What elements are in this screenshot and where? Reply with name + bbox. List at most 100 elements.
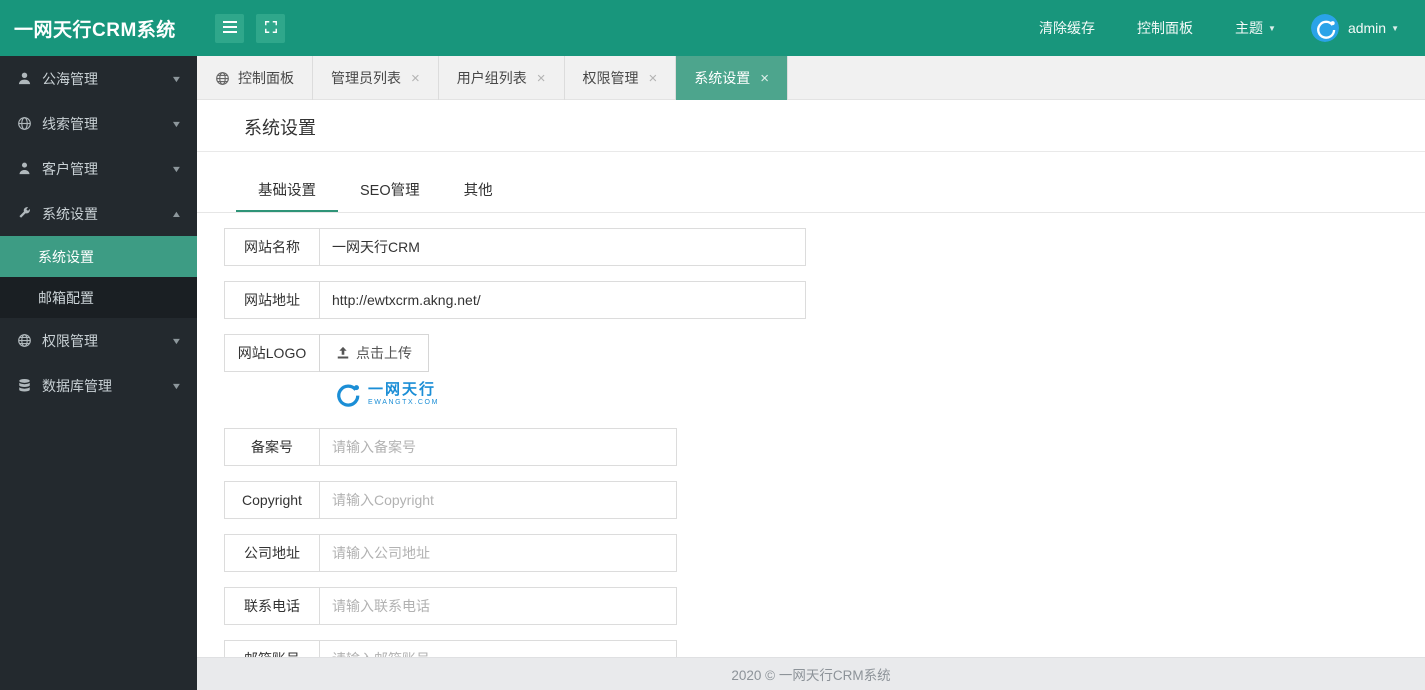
upload-icon xyxy=(336,346,350,360)
form-row-company-address: 公司地址 xyxy=(224,534,1425,572)
sidebar-item-customer-management[interactable]: 客户管理 ▼ xyxy=(0,146,197,191)
chevron-down-icon: ▼ xyxy=(170,380,183,391)
sidebar-item-label: 系统设置 xyxy=(42,205,98,222)
site-logo-name: 一网天行 xyxy=(368,381,437,399)
sidebar-item-label: 数据库管理 xyxy=(42,377,112,394)
tab-label: 用户组列表 xyxy=(456,70,527,86)
chevron-down-icon: ▼ xyxy=(170,335,183,346)
theme-label: 主题 xyxy=(1235,20,1264,36)
upload-button-label: 点击上传 xyxy=(356,345,412,361)
sidebar-menu: 公海管理 ▼ 线索管理 ▼ 客户管理 ▼ 系统设置 ▲ 系统设置邮箱配置权限管理 ▼ 数据库管理 ▼ xyxy=(0,56,197,408)
close-icon[interactable]: × xyxy=(760,71,769,86)
contact-phone-input[interactable] xyxy=(319,587,677,625)
sidebar-item-permission-management[interactable]: 权限管理 ▼ xyxy=(0,318,197,363)
close-icon[interactable]: × xyxy=(537,71,546,86)
tab-dashboard[interactable]: 控制面板 xyxy=(197,56,313,100)
form-row-site-logo: 网站LOGO 点击上传一网天行 EWANGTX.COM xyxy=(224,334,1425,409)
icp-number-input[interactable] xyxy=(319,428,677,466)
chevron-up-icon: ▲ xyxy=(170,208,183,219)
compass-icon xyxy=(16,116,32,131)
field-label-contact-phone: 联系电话 xyxy=(224,587,320,625)
sidebar-item-label: 公海管理 xyxy=(42,70,98,87)
chevron-down-icon: ▼ xyxy=(170,118,183,129)
field-label-icp-number: 备案号 xyxy=(224,428,320,466)
sidebar-subitem-label: 邮箱配置 xyxy=(38,289,94,306)
user-menu[interactable]: admin ▼ xyxy=(1339,0,1425,56)
chevron-down-icon: ▼ xyxy=(170,73,183,84)
sidebar-item-label: 线索管理 xyxy=(42,115,98,132)
close-icon[interactable]: × xyxy=(411,71,420,86)
tab-label: 管理员列表 xyxy=(331,70,401,86)
site-url-input[interactable] xyxy=(319,281,806,319)
sidebar: 公海管理 ▼ 线索管理 ▼ 客户管理 ▼ 系统设置 ▲ 系统设置邮箱配置权限管理 ▼ 数据库管理 ▼ xyxy=(0,56,197,690)
tab-label: 权限管理 xyxy=(582,70,639,86)
footer: 2020 © 一网天行CRM系统 xyxy=(197,657,1425,690)
company-address-input[interactable] xyxy=(319,534,677,572)
site-logo-domain: EWANGTX.COM xyxy=(368,398,440,406)
sidebar-item-system-settings[interactable]: 系统设置 ▲ xyxy=(0,191,197,236)
tab-basic-settings[interactable]: 基础设置 xyxy=(236,172,338,212)
site-name-input[interactable] xyxy=(319,228,806,266)
person-icon xyxy=(16,161,32,176)
tab-seo-management[interactable]: SEO管理 xyxy=(338,172,442,212)
sidebar-item-label: 客户管理 xyxy=(42,160,98,177)
globe-icon xyxy=(215,71,230,86)
fullscreen-button[interactable] xyxy=(256,13,285,43)
main-content: 系统设置 基础设置 SEO管理 其他 网站名称网站地址网站LOGO 点击上传一网天行E… xyxy=(197,100,1425,690)
tab-label: 基础设置 xyxy=(258,183,316,199)
settings-tabs: 基础设置 SEO管理 其他 xyxy=(197,172,1425,213)
tab-label: 控制面板 xyxy=(238,70,294,86)
form-row-copyright: Copyright xyxy=(224,481,1425,519)
app-title: 一网天行CRM系统 xyxy=(14,19,176,41)
sidebar-item-label: 权限管理 xyxy=(42,332,98,349)
settings-icon xyxy=(16,206,32,221)
clear-cache-label: 清除缓存 xyxy=(1039,20,1096,36)
header: 一网天行CRM系统 清除缓存 控制面板 主题 ▼ admin ▼ xyxy=(0,0,1425,56)
chevron-down-icon: ▼ xyxy=(170,163,183,174)
tab-system-settings[interactable]: 系统设置 × xyxy=(676,56,789,100)
copyright-input[interactable] xyxy=(319,481,677,519)
tab-label: 其他 xyxy=(463,183,493,199)
chevron-down-icon: ▼ xyxy=(1268,23,1276,33)
tab-label: SEO管理 xyxy=(360,183,420,199)
tab-other[interactable]: 其他 xyxy=(442,172,515,212)
tab-user-group-list[interactable]: 用户组列表 × xyxy=(439,56,565,100)
form-row-site-url: 网站地址 xyxy=(224,281,1425,319)
site-logo-mark-icon xyxy=(337,384,360,407)
footer-text: 2020 © 一网天行CRM系统 xyxy=(731,668,891,683)
database-icon xyxy=(16,378,32,393)
username-label: admin xyxy=(1347,20,1387,36)
fullscreen-icon xyxy=(264,20,278,37)
avatar[interactable] xyxy=(1310,14,1339,42)
clear-cache-link[interactable]: 清除缓存 xyxy=(1018,0,1116,56)
sidebar-item-pool-management[interactable]: 公海管理 ▼ xyxy=(0,56,197,101)
sidebar-item-database-management[interactable]: 数据库管理 ▼ xyxy=(0,363,197,408)
page-title: 系统设置 xyxy=(244,118,316,138)
tab-admin-list[interactable]: 管理员列表 × xyxy=(313,56,439,100)
sidebar-subitem-system-settings[interactable]: 系统设置 xyxy=(0,236,197,277)
field-label-company-address: 公司地址 xyxy=(224,534,320,572)
field-label-site-url: 网站地址 xyxy=(224,281,320,319)
upload-button[interactable]: 点击上传 xyxy=(319,334,429,372)
tab-label: 系统设置 xyxy=(694,70,751,86)
tab-permission-management[interactable]: 权限管理 × xyxy=(565,56,677,100)
form-row-contact-phone: 联系电话 xyxy=(224,587,1425,625)
form-row-site-name: 网站名称 xyxy=(224,228,1425,266)
site-logo-preview: 一网天行 EWANGTX.COM xyxy=(332,379,1425,409)
control-panel-link[interactable]: 控制面板 xyxy=(1116,0,1214,56)
hamburger-icon xyxy=(222,20,237,36)
close-icon[interactable]: × xyxy=(649,71,658,86)
sidebar-subitem-mailbox-config[interactable]: 邮箱配置 xyxy=(0,277,197,318)
sidebar-item-leads-management[interactable]: 线索管理 ▼ xyxy=(0,101,197,146)
upload-line: 网站LOGO 点击上传 xyxy=(224,334,1425,372)
user-icon xyxy=(16,71,32,86)
theme-dropdown[interactable]: 主题 ▼ xyxy=(1214,0,1297,56)
sidebar-subitem-label: 系统设置 xyxy=(38,248,94,265)
sidebar-toggle-button[interactable] xyxy=(215,13,244,43)
tab-bar: 控制面板 管理员列表 × 用户组列表 × 权限管理 × 系统设置 × xyxy=(197,56,1425,100)
form-row-icp-number: 备案号 xyxy=(224,428,1425,466)
field-label-site-logo: 网站LOGO xyxy=(224,334,320,372)
control-panel-label: 控制面板 xyxy=(1137,20,1194,36)
page-header: 系统设置 xyxy=(197,100,1425,152)
avatar-logo-icon xyxy=(1310,14,1339,42)
